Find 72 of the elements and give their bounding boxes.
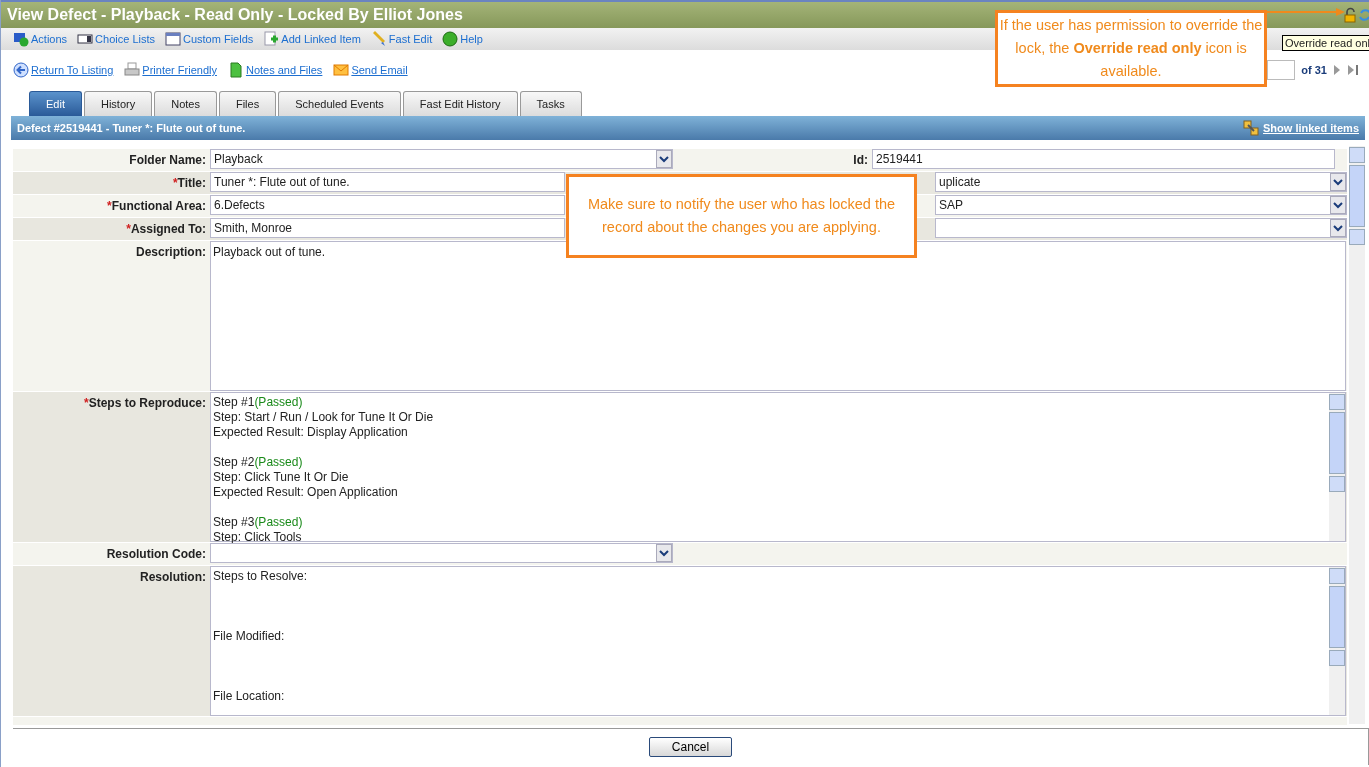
- dropdown-caret-icon[interactable]: [1330, 219, 1346, 237]
- callout: If the user has permission to override the lock, the Override read only icon is available.: [995, 10, 1267, 87]
- field-label: *Functional Area:: [107, 199, 206, 215]
- last-page-icon[interactable]: [1347, 64, 1359, 76]
- document-icon[interactable]: [227, 62, 244, 78]
- dropdown-caret-icon[interactable]: [656, 150, 672, 168]
- toolbar-link[interactable]: Actions: [13, 31, 68, 47]
- step-heading: Step #1(Passed): [213, 395, 304, 410]
- cancel-button[interactable]: Cancel: [648, 737, 733, 757]
- step-expected-result: Expected Result: Display Application: [213, 425, 409, 440]
- form-field[interactable]: 2519441: [872, 149, 1335, 169]
- page-link[interactable]: Send Email: [333, 62, 408, 78]
- toolbar-link[interactable]: Help: [442, 31, 483, 47]
- form-field[interactable]: Playback: [210, 149, 673, 169]
- step-text: Step: Click Tools: [213, 530, 303, 545]
- tooltip: Override read onl: [1282, 35, 1369, 51]
- form-field[interactable]: uplicate: [935, 172, 1347, 192]
- envelope-icon[interactable]: [333, 62, 350, 78]
- toolbar-link[interactable]: Add Linked Item: [263, 31, 361, 47]
- dropdown-caret-icon[interactable]: [656, 544, 672, 562]
- scrollbar[interactable]: [1329, 393, 1345, 541]
- description-field[interactable]: Playback out of tune.: [210, 241, 1346, 391]
- form-field[interactable]: [935, 218, 1347, 238]
- dropdown-caret-icon[interactable]: [1330, 196, 1346, 214]
- step-heading: Step #2(Passed): [213, 455, 304, 470]
- window-title: View Defect - Playback - Read Only - Locked By Elliot Jones: [7, 6, 463, 24]
- window-form-icon[interactable]: [165, 31, 181, 47]
- linked-items-icon[interactable]: [1243, 120, 1260, 136]
- tab[interactable]: Edit: [29, 91, 82, 116]
- tab[interactable]: Files: [218, 91, 277, 116]
- steps-field[interactable]: [210, 392, 1346, 542]
- padlock-icon[interactable]: [1344, 7, 1358, 23]
- field-label: Id:: [853, 153, 868, 169]
- callout: Make sure to notify the user who has locked the record about the changes you are applying.: [566, 174, 917, 258]
- record-title: Defect #2519441 - Tuner *: Flute out of tune.: [17, 122, 246, 134]
- form-field[interactable]: SAP: [935, 195, 1347, 215]
- printer-icon[interactable]: [124, 62, 141, 78]
- field-label: Description:: [136, 245, 206, 261]
- list-box-icon[interactable]: [77, 31, 94, 47]
- tab[interactable]: Fast Edit History: [402, 91, 518, 116]
- next-page-icon[interactable]: [1333, 64, 1341, 76]
- toolbar-link[interactable]: Custom Fields: [165, 31, 254, 47]
- resolution-field[interactable]: Steps to Resolve: File Modified: File Location:: [210, 566, 1346, 716]
- field-label: Resolution:: [140, 570, 206, 586]
- step-text: Step: Start / Run / Look for Tune It Or Die: [213, 410, 435, 425]
- field-label: Folder Name:: [129, 153, 206, 169]
- scrollbar[interactable]: [1349, 146, 1365, 724]
- field-label: Resolution Code:: [106, 547, 206, 563]
- toolbar-link[interactable]: Fast Edit: [370, 31, 433, 47]
- step-expected-result: Expected Result: Open Application: [213, 485, 399, 500]
- field-label: *Steps to Reproduce:: [83, 396, 206, 412]
- page-link[interactable]: Printer Friendly: [124, 62, 217, 78]
- page-link[interactable]: Return To Listing: [13, 62, 114, 78]
- form-field[interactable]: Smith, Monroe: [210, 218, 565, 238]
- step-heading: Step #3(Passed): [213, 515, 304, 530]
- toolbar-link[interactable]: Choice Lists: [77, 31, 155, 47]
- scrollbar[interactable]: [1329, 567, 1345, 715]
- tab[interactable]: Tasks: [519, 91, 582, 116]
- field-label: *Assigned To:: [126, 222, 206, 238]
- tab[interactable]: Notes: [154, 91, 217, 116]
- tab[interactable]: Scheduled Events: [278, 91, 401, 116]
- step-text: Step: Click Tune It Or Die: [213, 470, 350, 485]
- back-arrow-icon[interactable]: [13, 62, 29, 78]
- tab[interactable]: History: [83, 91, 153, 116]
- page-number-field[interactable]: [1267, 60, 1296, 80]
- field-label: *Title:: [172, 176, 206, 192]
- page-count: of 31: [1301, 64, 1327, 76]
- add-page-icon[interactable]: [263, 31, 280, 47]
- form-field[interactable]: Tuner *: Flute out of tune.: [210, 172, 565, 192]
- dropdown-caret-icon[interactable]: [1330, 173, 1346, 191]
- form-field[interactable]: 6.Defects: [210, 195, 565, 215]
- page-link[interactable]: Notes and Files: [227, 62, 323, 78]
